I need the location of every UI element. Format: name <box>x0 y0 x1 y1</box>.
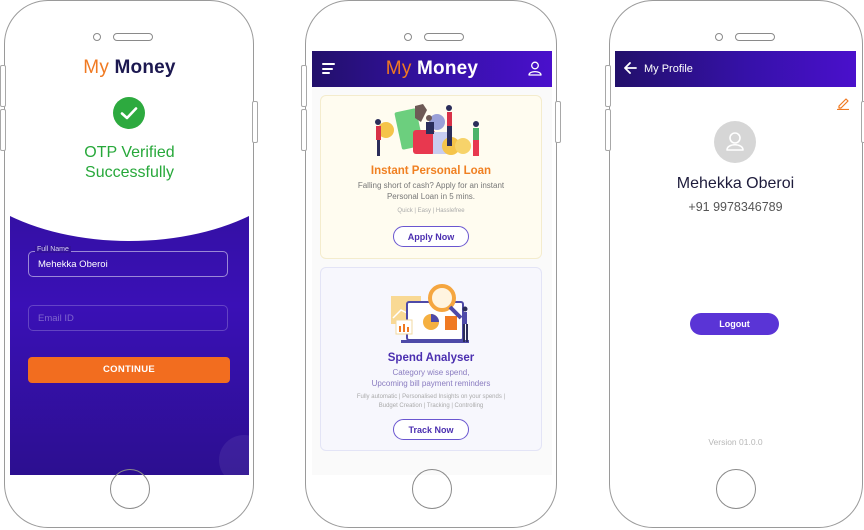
loan-card-title: Instant Personal Loan <box>370 165 492 177</box>
full-name-field[interactable]: Full Name Mehekka Oberoi <box>28 246 228 277</box>
analytics-magnifier-illustration <box>391 284 469 343</box>
phone-home-screen: My Money Instant Personal Loan Falling s… <box>301 0 561 528</box>
phone-speaker <box>113 33 153 41</box>
loan-card-tags: Quick | Easy | Hasslefree <box>397 208 465 214</box>
app-logo: My Money <box>385 58 479 79</box>
phone-speaker <box>735 33 775 41</box>
decorative-circle <box>219 435 249 475</box>
phone-side-button <box>252 101 258 143</box>
full-name-label: Full Name <box>35 246 71 253</box>
continue-button[interactable]: CONTINUE <box>28 357 230 383</box>
profile-phone: +91 9978346789 <box>688 200 783 214</box>
phone-camera <box>93 33 101 41</box>
personal-loan-card: Instant Personal Loan Falling short of c… <box>320 95 542 259</box>
app-version: Version 01.0.0 <box>708 437 763 447</box>
phone-camera <box>715 33 723 41</box>
people-with-money-illustration <box>375 104 479 156</box>
full-name-value[interactable]: Mehekka Oberoi <box>38 259 108 270</box>
phone-profile-screen: My Profile Mehekka Oberoi +91 9978346789… <box>605 0 864 528</box>
pencil-icon[interactable] <box>836 96 850 111</box>
track-now-button[interactable]: Track Now <box>393 419 469 440</box>
home-screen: My Money Instant Personal Loan Falling s… <box>312 51 552 475</box>
spend-card-tags: Fully automatic | Personalised Insights … <box>356 394 506 409</box>
apply-now-button[interactable]: Apply Now <box>393 226 469 247</box>
phone-camera <box>404 33 412 41</box>
profile-name: Mehekka Oberoi <box>676 175 795 192</box>
otp-screen: My Money OTP Verified Successfully Full … <box>10 51 249 475</box>
logout-button[interactable]: Logout <box>690 313 779 335</box>
check-circle-icon <box>113 97 145 129</box>
phone-side-button <box>0 65 6 107</box>
phone-side-button <box>605 109 611 151</box>
phone-side-button <box>555 101 561 143</box>
email-field[interactable]: Email ID <box>28 305 228 331</box>
profile-title: My Profile <box>644 63 693 75</box>
phone-side-button <box>301 109 307 151</box>
profile-screen: My Profile Mehekka Oberoi +91 9978346789… <box>615 51 856 475</box>
phone-side-button <box>301 65 307 107</box>
spend-analyser-card: Spend Analyser Category wise spend, Upco… <box>320 267 542 451</box>
phone-side-button <box>0 109 6 151</box>
phone-home-button <box>110 469 150 509</box>
phone-home-button <box>412 469 452 509</box>
phone-otp-screen: My Money OTP Verified Successfully Full … <box>0 0 258 528</box>
spend-card-title: Spend Analyser <box>387 352 475 364</box>
phone-home-button <box>716 469 756 509</box>
arrow-left-icon[interactable] <box>623 61 637 75</box>
profile-top-bar: My Profile <box>615 51 856 87</box>
phone-speaker <box>424 33 464 41</box>
app-logo: My Money <box>83 57 176 78</box>
otp-status-text: OTP Verified Successfully <box>84 144 175 181</box>
user-icon[interactable] <box>528 61 542 76</box>
home-top-bar: My Money <box>312 51 552 87</box>
loan-card-description: Falling short of cash? Apply for an inst… <box>357 181 505 201</box>
email-placeholder[interactable]: Email ID <box>38 313 74 324</box>
phone-side-button <box>605 65 611 107</box>
user-avatar-icon <box>714 121 756 163</box>
spend-card-description: Category wise spend, Upcoming bill payme… <box>371 368 491 388</box>
